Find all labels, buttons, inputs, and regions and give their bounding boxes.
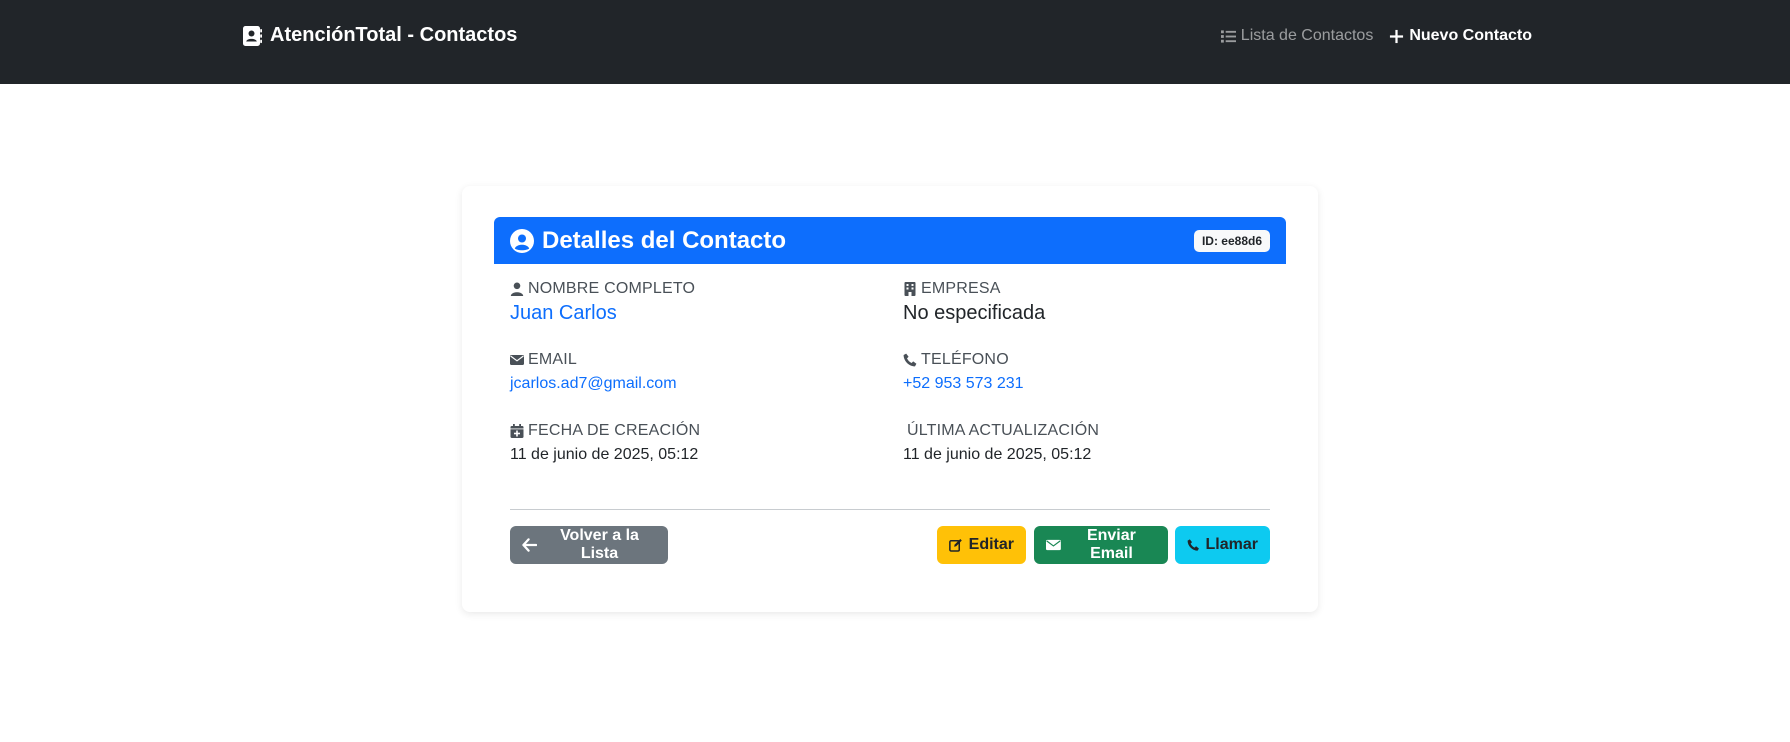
list-icon [1220, 29, 1236, 43]
user-icon [510, 282, 524, 296]
edit-icon [949, 539, 962, 552]
nav-link-contact-list[interactable]: Lista de Contactos [1220, 27, 1374, 45]
nav-link-new-contact[interactable]: Nuevo Contacto [1389, 27, 1532, 45]
email-link[interactable]: jcarlos.ad7@gmail.com [510, 375, 677, 393]
field-label: Email [510, 351, 677, 369]
card-header: Detalles del Contacto ID: ee88d6 [494, 217, 1286, 264]
nav-links: Lista de Contactos Nuevo Contacto [1220, 27, 1532, 45]
field-label: Empresa [903, 280, 1045, 298]
field-empresa: Empresa No especificada [903, 280, 1045, 325]
nav-link-label: Nuevo Contacto [1409, 27, 1532, 44]
address-book-icon [243, 25, 262, 46]
field-email: Email jcarlos.ad7@gmail.com [510, 351, 677, 393]
field-fecha-creacion: Fecha de Creación 11 de junio de 2025, 0… [510, 422, 700, 464]
created-date: 11 de junio de 2025, 05:12 [510, 446, 699, 463]
field-label: Teléfono [903, 351, 1024, 369]
divider [510, 509, 1270, 510]
building-icon [904, 282, 916, 296]
contact-details-card: Detalles del Contacto ID: ee88d6 Nombre … [462, 186, 1318, 612]
company-value: No especificada [903, 302, 1046, 324]
card-title: Detalles del Contacto [542, 226, 787, 254]
brand-title: AtenciónTotal - Contactos [270, 24, 518, 46]
id-badge: ID: ee88d6 [1193, 229, 1270, 252]
nav-link-label: Lista de Contactos [1240, 27, 1374, 44]
calendar-plus-icon [510, 424, 524, 438]
field-label: Nombre Completo [510, 280, 695, 298]
phone-icon [903, 353, 917, 367]
field-label: Última Actualización [907, 422, 1100, 439]
back-to-list-button[interactable]: Volver a la Lista [510, 526, 668, 564]
field-ultima-actualizacion: Última Actualización 11 de junio de 2025… [903, 422, 1099, 464]
envelope-icon [1046, 539, 1061, 551]
plus-icon [1390, 29, 1404, 43]
field-telefono: Teléfono +52 953 573 231 [903, 351, 1024, 393]
brand[interactable]: AtenciónTotal - Contactos [242, 24, 517, 47]
edit-button[interactable]: Editar [937, 526, 1026, 564]
top-navbar: AtenciónTotal - Contactos Lista de Conta… [0, 0, 1790, 84]
phone-link[interactable]: +52 953 573 231 [903, 375, 1024, 393]
arrow-left-icon [522, 538, 537, 552]
phone-icon [1187, 539, 1199, 551]
envelope-icon [510, 355, 524, 365]
field-nombre: Nombre Completo Juan Carlos [510, 280, 695, 325]
user-circle-icon [510, 228, 534, 253]
field-label: Fecha de Creación [510, 422, 700, 440]
call-button[interactable]: Llamar [1175, 526, 1270, 564]
updated-date: 11 de junio de 2025, 05:12 [903, 446, 1092, 463]
send-email-button[interactable]: Enviar Email [1034, 526, 1168, 564]
contact-name: Juan Carlos [510, 302, 617, 324]
